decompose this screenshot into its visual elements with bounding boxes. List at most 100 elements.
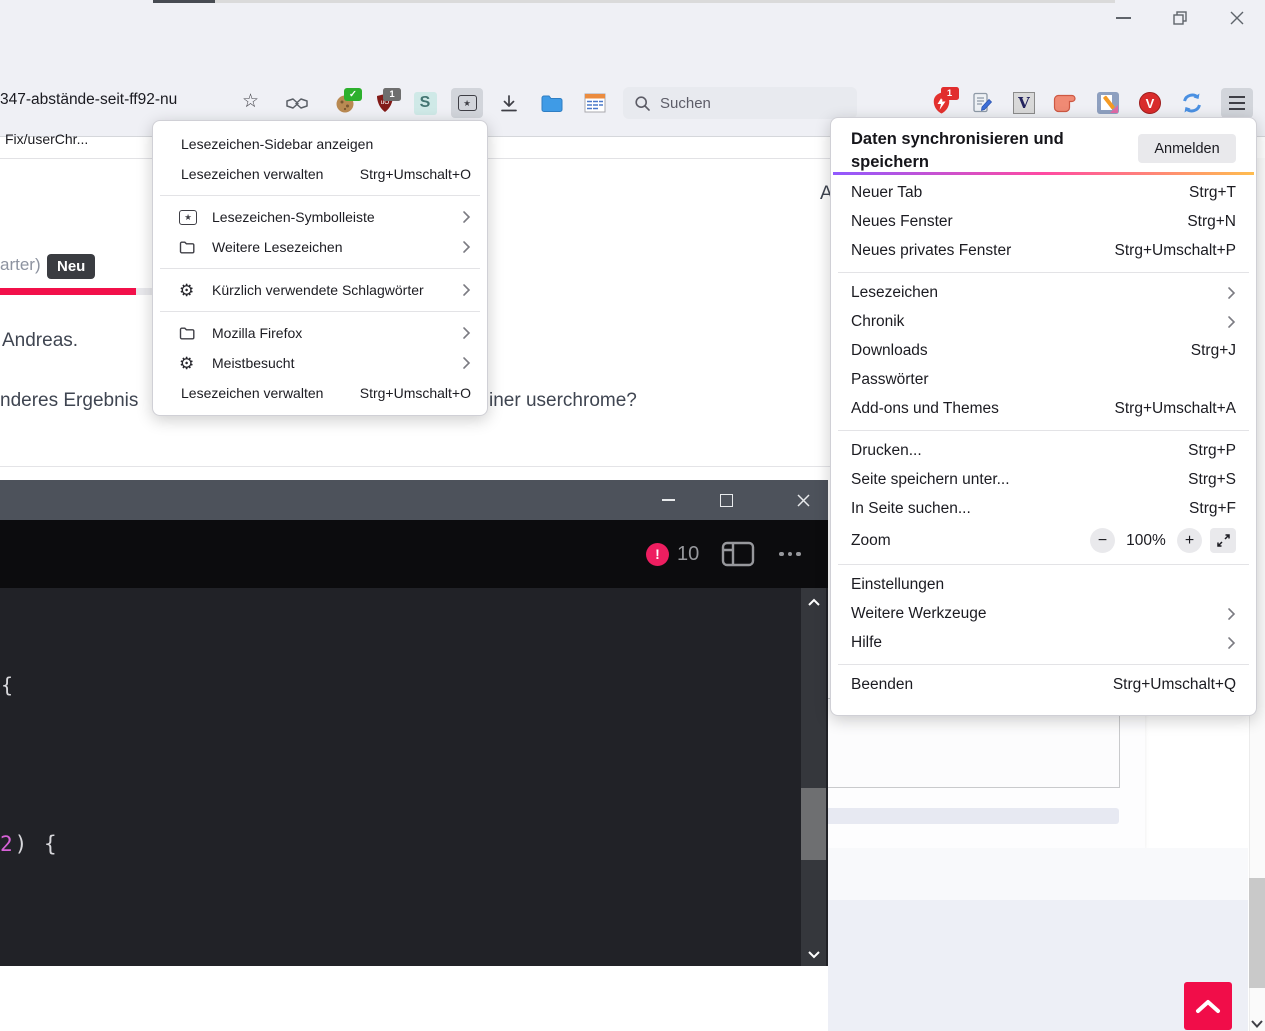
scrollbar-down-arrow-icon[interactable] bbox=[1250, 1016, 1264, 1031]
minimize-button[interactable] bbox=[1106, 5, 1140, 31]
ellipsis-icon bbox=[779, 552, 801, 557]
menu-item-lesezeichen[interactable]: Lesezeichen bbox=[831, 279, 1256, 308]
menu-item-einstellungen[interactable]: Einstellungen bbox=[831, 571, 1256, 600]
error-count: 10 bbox=[677, 543, 699, 566]
background-area bbox=[828, 848, 1248, 900]
urlbar-text[interactable]: 347-abstände-seit-ff92-nu bbox=[0, 91, 177, 109]
tab-title[interactable]: Fix/userChr... bbox=[5, 131, 88, 147]
signin-button[interactable]: Anmelden bbox=[1138, 134, 1236, 163]
download-icon bbox=[500, 95, 518, 112]
post-text-left: nderes Ergebnis bbox=[0, 390, 138, 412]
close-icon bbox=[1230, 11, 1244, 25]
scroll-extension-icon[interactable] bbox=[1049, 88, 1081, 118]
gear-icon: ⚙ bbox=[179, 355, 212, 372]
stylus-extension-icon[interactable]: S bbox=[409, 88, 441, 118]
restore-button[interactable] bbox=[1163, 5, 1197, 31]
menu-item-neues-fenster[interactable]: Neues FensterStrg+N bbox=[831, 208, 1256, 237]
search-input[interactable] bbox=[658, 94, 832, 113]
menu-item-in-seite-suchen[interactable]: In Seite suchen...Strg+F bbox=[831, 495, 1256, 524]
bookmark-star-button[interactable]: ★ bbox=[451, 88, 483, 118]
chevron-right-icon bbox=[1227, 286, 1236, 300]
zoom-level: 100% bbox=[1115, 532, 1177, 550]
userscript-extension-icon[interactable] bbox=[966, 88, 998, 118]
screenshot-image[interactable]: ! 10 { 2) { bbox=[0, 480, 828, 966]
ublock-badge: 1 bbox=[383, 88, 401, 101]
chevron-right-icon bbox=[462, 326, 471, 340]
folder-icon bbox=[541, 95, 563, 112]
menu-item-meistbesucht[interactable]: ⚙Meistbesucht bbox=[153, 348, 487, 378]
v-circle-extension-icon[interactable]: V bbox=[1134, 88, 1166, 118]
menu-item-chronik[interactable]: Chronik bbox=[831, 308, 1256, 337]
search-field[interactable] bbox=[623, 87, 857, 119]
menu-item-beenden[interactable]: BeendenStrg+Umschalt+Q bbox=[831, 671, 1256, 700]
sync-extension-icon[interactable] bbox=[1176, 88, 1208, 118]
background-strip-light bbox=[215, 0, 1115, 3]
panel-layout-icon bbox=[721, 541, 755, 567]
menu-button[interactable] bbox=[1221, 88, 1253, 118]
menu-item-seite-speichern-unter[interactable]: Seite speichern unter...Strg+S bbox=[831, 466, 1256, 495]
app-menu: Daten synchronisieren und speichern Anme… bbox=[830, 117, 1257, 716]
menu-separator bbox=[153, 305, 487, 318]
editor-scroll-up-icon bbox=[801, 592, 826, 612]
menu-item-passwörter[interactable]: Passwörter bbox=[831, 366, 1256, 395]
bookmark-page-star-icon[interactable]: ☆ bbox=[242, 90, 259, 113]
zoom-out-button[interactable]: − bbox=[1090, 528, 1115, 553]
handshake-extension-icon[interactable] bbox=[281, 88, 313, 118]
menu-item-lesezeichen-symbolleiste[interactable]: ★Lesezeichen-Symbolleiste bbox=[153, 202, 487, 232]
sync-header: Daten synchronisieren und speichern Anme… bbox=[831, 126, 1256, 172]
search-icon bbox=[635, 96, 650, 111]
fullscreen-icon[interactable] bbox=[1210, 528, 1236, 553]
menu-item-kürzlich-verwendete-schlagwörter[interactable]: ⚙Kürzlich verwendete Schlagwörter bbox=[153, 275, 487, 305]
notes-extension-icon[interactable] bbox=[1092, 88, 1124, 118]
ublock-extension-icon[interactable]: uO 1 bbox=[369, 88, 401, 118]
star-box-icon: ★ bbox=[458, 95, 477, 111]
menu-separator bbox=[153, 262, 487, 275]
menu-separator bbox=[831, 658, 1256, 671]
code-line: { bbox=[1, 673, 13, 697]
menu-item-neuer-tab[interactable]: Neuer TabStrg+T bbox=[831, 179, 1256, 208]
download-button[interactable] bbox=[493, 88, 525, 118]
calendar-extension-icon[interactable] bbox=[579, 88, 611, 118]
zoom-in-button[interactable]: + bbox=[1177, 528, 1202, 553]
menu-item-zoom[interactable]: Zoom−100%+ bbox=[831, 524, 1256, 558]
star-box-icon: ★ bbox=[179, 210, 212, 225]
menu-item-add-ons-und-themes[interactable]: Add-ons und ThemesStrg+Umschalt+A bbox=[831, 395, 1256, 424]
menu-item-downloads[interactable]: DownloadsStrg+J bbox=[831, 337, 1256, 366]
chevron-right-icon bbox=[462, 240, 471, 254]
menu-separator bbox=[831, 424, 1256, 437]
menu-item-lesezeichen-verwalten[interactable]: Lesezeichen verwaltenStrg+Umschalt+O bbox=[153, 159, 487, 189]
error-badge-icon: ! bbox=[646, 543, 669, 566]
menu-item-drucken[interactable]: Drucken...Strg+P bbox=[831, 437, 1256, 466]
devtools-toolbar: ! 10 bbox=[0, 520, 828, 588]
author-text: Andreas. bbox=[2, 330, 78, 352]
restore-icon bbox=[1173, 11, 1187, 25]
chevron-right-icon bbox=[1227, 636, 1236, 650]
chevron-right-icon bbox=[462, 356, 471, 370]
menu-item-weitere-werkzeuge[interactable]: Weitere Werkzeuge bbox=[831, 600, 1256, 629]
gear-icon: ⚙ bbox=[179, 282, 212, 299]
chevron-right-icon bbox=[462, 283, 471, 297]
hamburger-icon bbox=[1229, 96, 1245, 109]
firefox-window: 347-abstände-seit-ff92-nu ☆ ✓ uO 1 S ★ bbox=[0, 0, 1265, 1031]
folder-icon bbox=[179, 326, 212, 340]
menu-item-neues-privates-fenster[interactable]: Neues privates FensterStrg+Umschalt+P bbox=[831, 237, 1256, 266]
lightning-badge: 1 bbox=[941, 87, 959, 100]
page-scrollbar-thumb[interactable] bbox=[1249, 878, 1265, 988]
menu-item-weitere-lesezeichen[interactable]: Weitere Lesezeichen bbox=[153, 232, 487, 262]
scroll-to-top-button[interactable] bbox=[1184, 982, 1232, 1030]
bookmarks-menu: Lesezeichen-Sidebar anzeigenLesezeichen … bbox=[152, 120, 488, 416]
menu-item-lesezeichen-verwalten[interactable]: Lesezeichen verwaltenStrg+Umschalt+O bbox=[153, 378, 487, 408]
menu-separator bbox=[831, 558, 1256, 571]
menu-separator bbox=[153, 189, 487, 202]
folder-button[interactable] bbox=[536, 88, 568, 118]
editor-scroll-down-icon bbox=[801, 944, 826, 964]
cookie-extension-icon[interactable]: ✓ bbox=[329, 88, 361, 118]
menu-item-mozilla-firefox[interactable]: Mozilla Firefox bbox=[153, 318, 487, 348]
menu-item-lesezeichen-sidebar-anzeigen[interactable]: Lesezeichen-Sidebar anzeigen bbox=[153, 129, 487, 159]
v-letter-extension-icon[interactable]: V bbox=[1008, 88, 1040, 118]
menu-item-hilfe[interactable]: Hilfe bbox=[831, 629, 1256, 658]
cookie-badge: ✓ bbox=[344, 88, 362, 101]
chevron-right-icon bbox=[1227, 607, 1236, 621]
close-button[interactable] bbox=[1220, 5, 1254, 31]
lightning-extension-icon[interactable]: 1 bbox=[925, 88, 957, 118]
